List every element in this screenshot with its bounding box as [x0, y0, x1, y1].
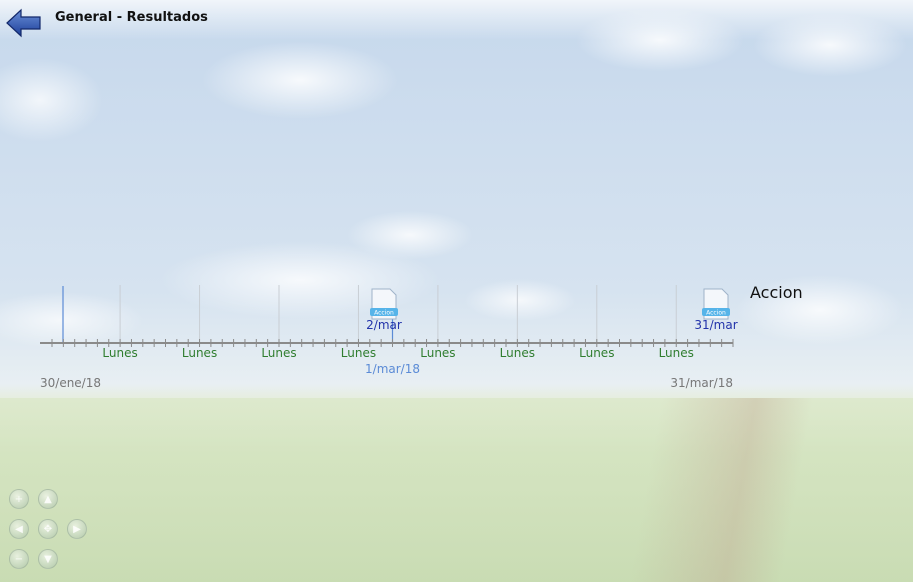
document-icon: Accion [702, 288, 730, 320]
left-arrow-icon[interactable]: ◀ [9, 519, 29, 539]
up-arrow-icon[interactable]: ▲ [38, 489, 58, 509]
week-label: Lunes [102, 346, 137, 360]
week-label: Lunes [420, 346, 455, 360]
right-arrow-icon[interactable]: ▶ [67, 519, 87, 539]
week-label: Lunes [341, 346, 376, 360]
zoom-out-icon[interactable]: − [9, 549, 29, 569]
event-icon-label: Accion [374, 310, 394, 317]
zoom-in-icon[interactable]: + [9, 489, 29, 509]
week-label: Lunes [261, 346, 296, 360]
week-label: Lunes [182, 346, 217, 360]
timeline-today-date: 1/mar/18 [365, 362, 420, 376]
navigation-controls: + ▲ ◀ ✥ ▶ − ▼ [8, 488, 88, 574]
event-date: 31/mar [694, 318, 737, 332]
event-title-label[interactable]: Accion [750, 283, 803, 302]
event-marker[interactable]: Accion 2/mar [366, 288, 402, 332]
week-label: Lunes [500, 346, 535, 360]
event-icon-label: Accion [706, 310, 726, 317]
timeline-start-date: 30/ene/18 [40, 376, 101, 390]
week-labels: Lunes Lunes Lunes Lunes Lunes Lunes Lunes Lunes [102, 346, 693, 360]
week-label: Lunes [579, 346, 614, 360]
event-date: 2/mar [366, 318, 402, 332]
timeline-grid [62, 285, 677, 343]
timeline-end-date: 31/mar/18 [670, 376, 733, 390]
document-icon: Accion [370, 288, 398, 320]
center-icon[interactable]: ✥ [38, 519, 58, 539]
timeline-ticks [51, 339, 734, 347]
down-arrow-icon[interactable]: ▼ [38, 549, 58, 569]
week-label: Lunes [659, 346, 694, 360]
event-marker[interactable]: Accion 31/mar [694, 288, 738, 332]
